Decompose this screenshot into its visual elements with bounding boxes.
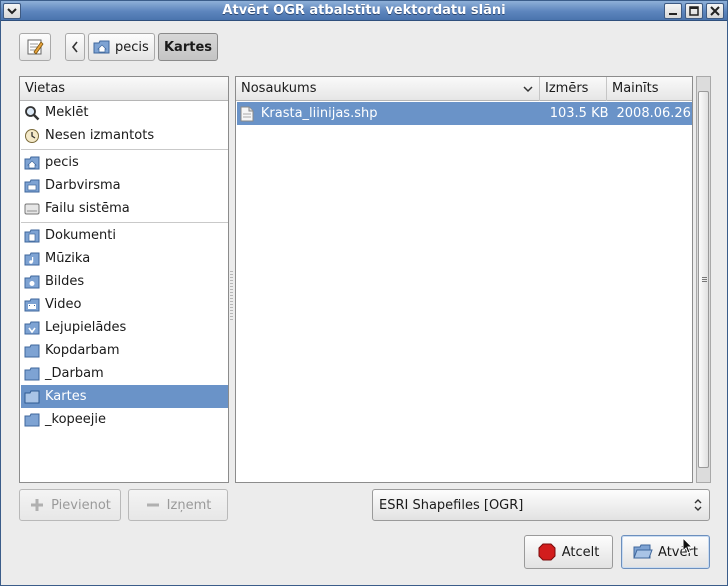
file-size: 103.5 KB bbox=[549, 106, 609, 121]
file-list-panel: Nosaukums Izmērs Mainīts Krasta_liinijas… bbox=[235, 76, 693, 483]
place-search[interactable]: Meklēt bbox=[21, 101, 228, 124]
place-filesystem[interactable]: Failu sistēma bbox=[21, 197, 228, 220]
window-title: Atvērt OGR atbalstītu vektordatu slāni bbox=[222, 3, 506, 18]
title-bar[interactable]: Atvērt OGR atbalstītu vektordatu slāni bbox=[1, 1, 727, 21]
folder-icon bbox=[24, 412, 40, 428]
downloads-folder-icon bbox=[24, 320, 40, 336]
place-label: Nesen izmantots bbox=[45, 128, 155, 143]
column-modified-label: Mainīts bbox=[612, 81, 659, 96]
close-button[interactable] bbox=[706, 3, 724, 19]
column-name[interactable]: Nosaukums bbox=[236, 76, 540, 101]
open-folder-icon bbox=[633, 544, 653, 559]
place-label: Mūzika bbox=[45, 251, 91, 266]
folder-icon bbox=[24, 389, 40, 405]
place-label: Meklēt bbox=[45, 105, 89, 120]
place-label: Video bbox=[45, 297, 82, 312]
folder-icon bbox=[24, 343, 40, 359]
place-documents[interactable]: Dokumenti bbox=[21, 224, 228, 247]
documents-folder-icon bbox=[24, 228, 40, 244]
column-size-label: Izmērs bbox=[545, 81, 589, 96]
place-downloads[interactable]: Lejupielādes bbox=[21, 316, 228, 339]
home-folder-icon bbox=[93, 40, 110, 54]
recent-icon bbox=[24, 128, 40, 144]
place-desktop[interactable]: Darbvirsma bbox=[21, 174, 228, 197]
remove-bookmark-label: Izņemt bbox=[166, 497, 212, 513]
cancel-label: Atcelt bbox=[561, 544, 600, 560]
place-pictures[interactable]: Bildes bbox=[21, 270, 228, 293]
place-video[interactable]: Video bbox=[21, 293, 228, 316]
path-back-button[interactable] bbox=[65, 33, 85, 61]
search-icon bbox=[24, 105, 40, 121]
file-row[interactable]: Krasta_liinijas.shp 103.5 KB 2008.06.26. bbox=[237, 102, 692, 125]
home-folder-icon bbox=[24, 155, 40, 171]
place-label: Dokumenti bbox=[45, 228, 116, 243]
breadcrumb-kartes[interactable]: Kartes bbox=[158, 33, 218, 61]
sort-chevron-down-icon bbox=[523, 85, 533, 92]
desktop-folder-icon bbox=[24, 178, 40, 194]
breadcrumb-label: Kartes bbox=[163, 39, 213, 55]
grip-icon bbox=[702, 277, 707, 283]
place-label: Lejupielādes bbox=[45, 320, 127, 335]
plus-icon bbox=[31, 499, 44, 511]
place-label: _Darbam bbox=[45, 366, 104, 381]
maximize-button[interactable] bbox=[685, 3, 703, 19]
add-bookmark-button[interactable]: Pievienot bbox=[19, 489, 121, 521]
scrollbar-thumb[interactable] bbox=[698, 91, 709, 468]
place-kartes[interactable]: Kartes bbox=[21, 385, 228, 408]
places-separator bbox=[21, 222, 228, 223]
minimize-icon bbox=[669, 13, 677, 15]
file-type-filter-value: ESRI Shapefiles [OGR] bbox=[379, 497, 524, 513]
edit-location-icon bbox=[27, 39, 44, 55]
place-label: Kopdarbam bbox=[45, 343, 120, 358]
pane-splitter[interactable] bbox=[230, 271, 233, 321]
breadcrumb-label: pecis bbox=[115, 39, 149, 55]
place-label: Failu sistēma bbox=[45, 201, 130, 216]
file-type-filter-select[interactable]: ESRI Shapefiles [OGR] bbox=[372, 489, 710, 521]
updown-chevron-icon bbox=[694, 499, 702, 511]
cancel-button[interactable]: Atcelt bbox=[524, 535, 613, 569]
add-bookmark-label: Pievienot bbox=[51, 497, 111, 513]
file-icon bbox=[240, 106, 258, 122]
place-label: Kartes bbox=[45, 389, 87, 404]
file-list-header: Nosaukums Izmērs Mainīts bbox=[236, 76, 692, 101]
place-label: Darbvirsma bbox=[45, 178, 121, 193]
maximize-icon bbox=[689, 6, 699, 16]
place-label: pecis bbox=[45, 155, 79, 170]
minus-icon bbox=[146, 503, 159, 507]
music-folder-icon bbox=[24, 251, 40, 267]
stop-icon bbox=[538, 543, 556, 561]
open-button[interactable]: Atvērt bbox=[621, 535, 710, 569]
place-darbam[interactable]: _Darbam bbox=[21, 362, 228, 385]
place-home[interactable]: pecis bbox=[21, 151, 228, 174]
breadcrumb-pecis[interactable]: pecis bbox=[88, 33, 155, 61]
video-folder-icon bbox=[24, 297, 40, 313]
file-list-scrollbar[interactable] bbox=[696, 76, 711, 483]
remove-bookmark-button[interactable]: Izņemt bbox=[128, 489, 228, 521]
minimize-button[interactable] bbox=[664, 3, 682, 19]
drive-icon bbox=[24, 201, 40, 217]
place-music[interactable]: Mūzika bbox=[21, 247, 228, 270]
place-label: Bildes bbox=[45, 274, 85, 289]
column-name-label: Nosaukums bbox=[241, 81, 317, 96]
folder-icon bbox=[24, 366, 40, 382]
file-modified: 2008.06.26. bbox=[616, 106, 692, 121]
close-icon bbox=[710, 6, 720, 16]
place-recent[interactable]: Nesen izmantots bbox=[21, 124, 228, 147]
places-header-label: Vietas bbox=[25, 81, 66, 96]
column-modified[interactable]: Mainīts bbox=[607, 77, 692, 101]
places-header: Vietas bbox=[20, 77, 228, 101]
places-separator bbox=[21, 149, 228, 150]
places-panel: Vietas Meklēt Nesen izmantots pecis Darb… bbox=[19, 76, 229, 483]
column-size[interactable]: Izmērs bbox=[540, 76, 607, 101]
mouse-cursor-icon bbox=[682, 537, 694, 554]
place-label: _kopeejie bbox=[45, 412, 106, 427]
chevron-left-icon bbox=[71, 41, 78, 53]
type-location-button[interactable] bbox=[19, 33, 51, 61]
place-kopeejie[interactable]: _kopeejie bbox=[21, 408, 228, 431]
place-kopdarbam[interactable]: Kopdarbam bbox=[21, 339, 228, 362]
file-dialog-window: Atvērt OGR atbalstītu vektordatu slāni p… bbox=[0, 0, 728, 586]
file-name: Krasta_liinijas.shp bbox=[260, 106, 378, 121]
pictures-folder-icon bbox=[24, 274, 40, 290]
